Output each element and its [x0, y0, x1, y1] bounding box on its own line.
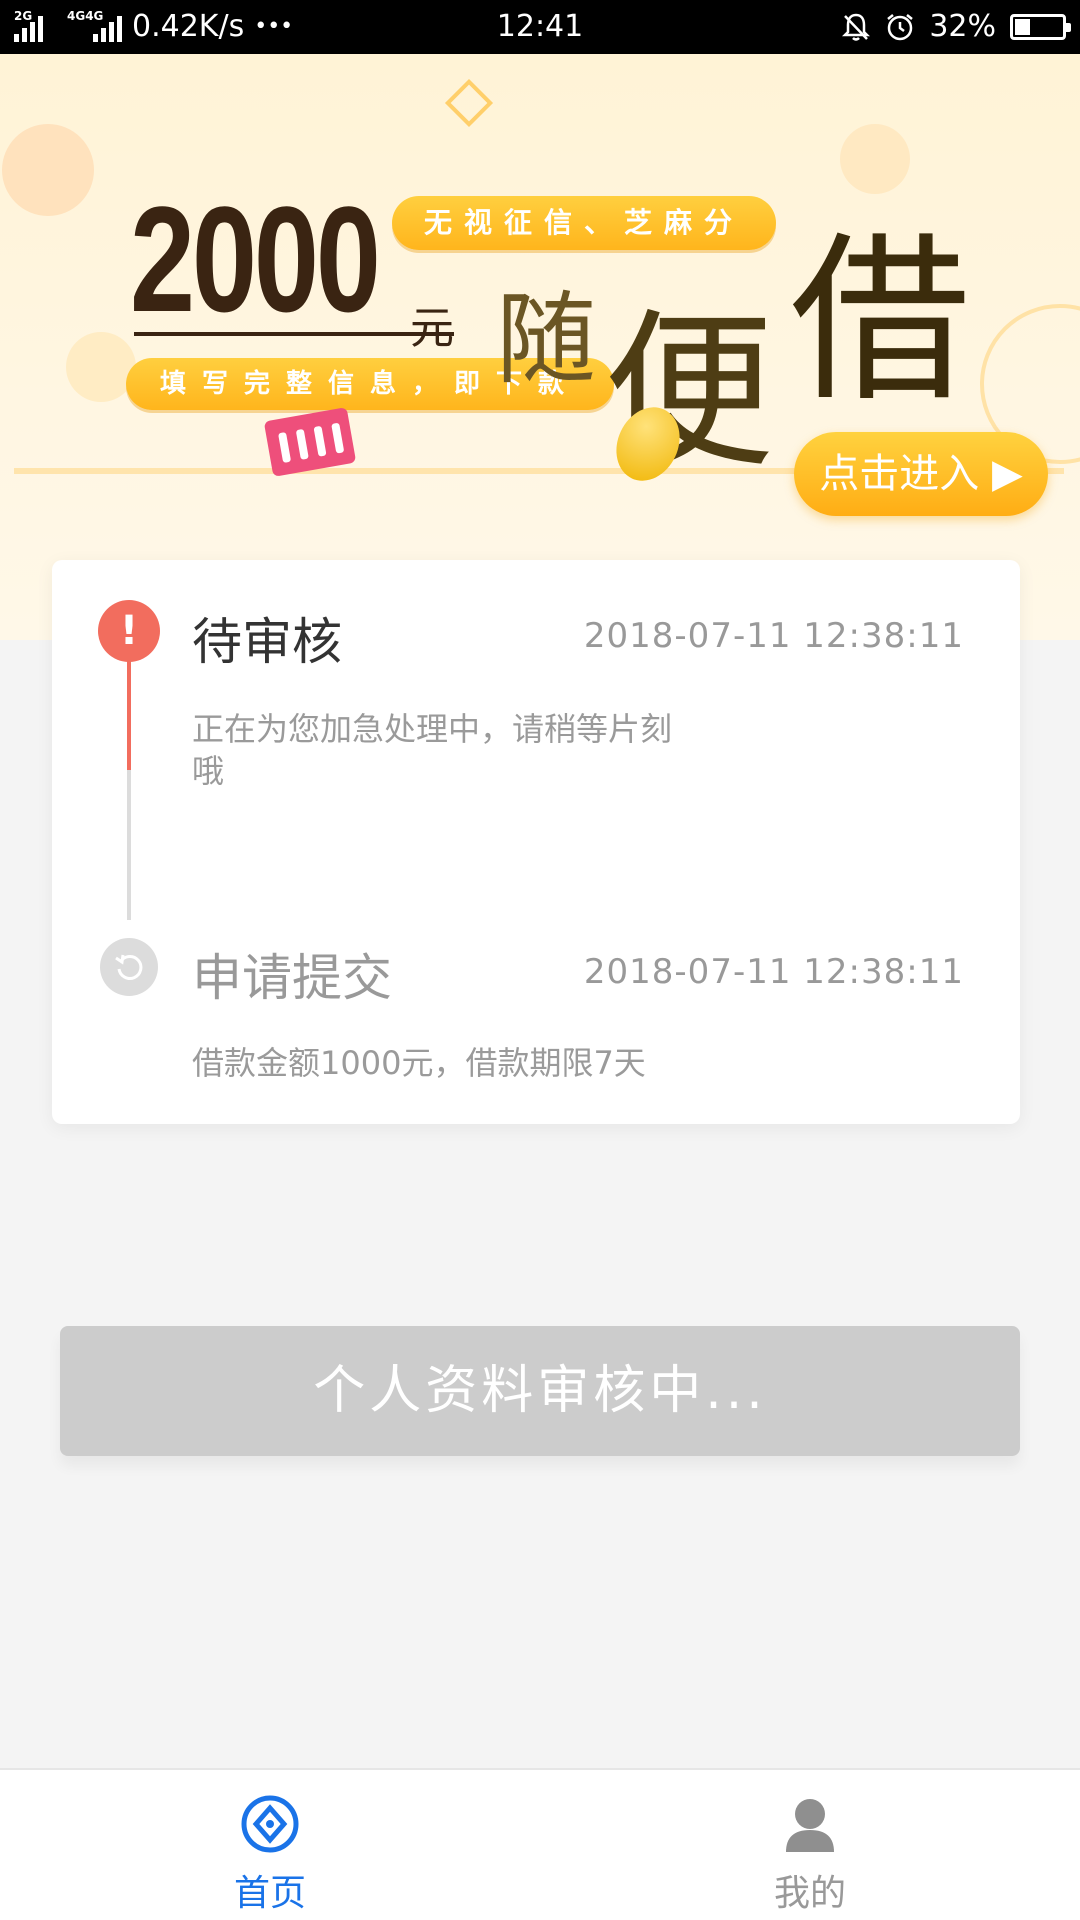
alarm-icon [887, 14, 914, 41]
step-desc-submitted: 借款金额1000元，借款期限7天 [192, 1044, 646, 1082]
battery-percent: 32% [929, 9, 996, 44]
step-desc-pending: 正在为您加急处理中，请稍等片刻 哦 [192, 708, 672, 792]
bottom-tab-bar: 首页 我的 [0, 1768, 1080, 1920]
basket-illustration [263, 407, 357, 477]
mute-bell-icon [842, 13, 871, 41]
diamond-decoration [444, 78, 494, 128]
exclamation-icon: ! [98, 600, 160, 662]
status-right: 32% [841, 0, 1071, 54]
user-icon [786, 1799, 834, 1852]
timeline-line-inactive [127, 770, 131, 920]
banner-amount: 2000 [130, 175, 381, 343]
application-status-card: ! 待审核 2018-07-11 12:38:11 正在为您加急处理中，请稍等片… [52, 560, 1020, 1124]
tab-home-label: 首页 [233, 1873, 306, 1914]
step-title-submitted: 申请提交 [192, 949, 392, 1007]
no-credit-check-tag: 无视征信、芝麻分 [392, 196, 776, 250]
profile-review-button[interactable]: 个人资料审核中... [60, 1326, 1020, 1456]
step-time-submitted: 2018-07-11 12:38:11 [583, 952, 964, 992]
slogan-char-jie: 借 [790, 217, 971, 426]
deco-circle [2, 124, 94, 216]
tab-home[interactable]: 首页 [0, 1770, 540, 1920]
enter-button[interactable]: 点击进入 ▶ [794, 432, 1048, 516]
tab-mine-label: 我的 [773, 1873, 846, 1914]
refresh-icon [100, 938, 158, 996]
step-title-pending: 待审核 [192, 613, 342, 671]
step-time-pending: 2018-07-11 12:38:11 [583, 616, 964, 656]
banner-underline [134, 332, 454, 336]
slogan-char-sui: 随 [496, 281, 596, 398]
deco-circle [66, 332, 136, 402]
battery-icon [1010, 14, 1071, 40]
home-compass-icon [241, 1795, 299, 1853]
battery-fill [1015, 19, 1030, 35]
promo-banner[interactable]: 2000 元 无视征信、芝麻分 填写完整信息，即下款 随 便 借 点击进入 ▶ [0, 54, 1080, 640]
banner-unit: 元 [410, 303, 454, 354]
step-desc-pending-line2: 哦 [192, 752, 225, 790]
step-desc-pending-line1: 正在为您加急处理中，请稍等片刻 [192, 710, 673, 748]
tab-mine[interactable]: 我的 [540, 1770, 1080, 1920]
status-bar: 2G 4G4G 0.42K/s ••• 12:41 32% [0, 0, 1080, 54]
